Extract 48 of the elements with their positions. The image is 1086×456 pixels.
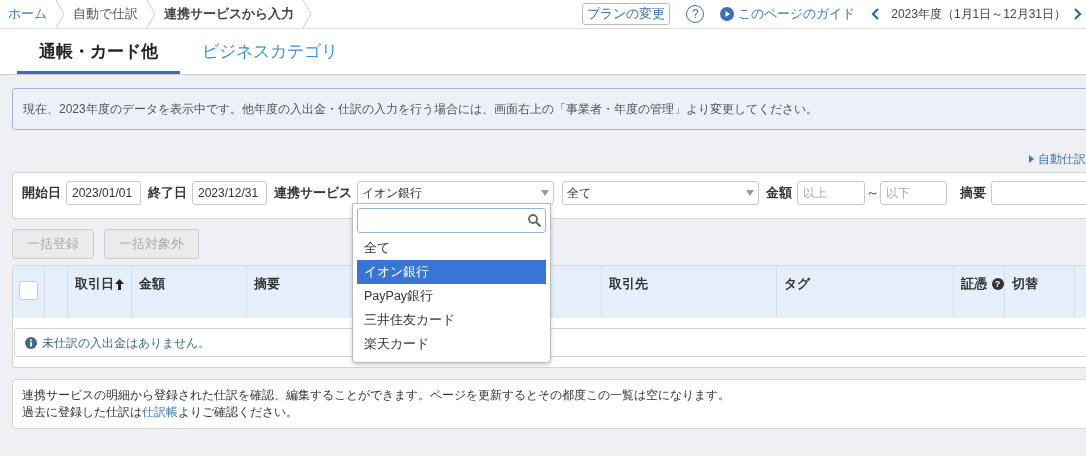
account-select[interactable]: 全て	[562, 181, 759, 205]
caret-icon	[1029, 154, 1034, 163]
notice-message: 現在、2023年度のデータを表示中です。他年度の入出金・仕訳の入力を行う場合には、画面右上の「事業者・年度の管理」より変更してください。	[12, 88, 1086, 130]
auto-journal-link[interactable]: 自動仕訳	[1038, 149, 1086, 168]
journal-book-link[interactable]: 仕訳帳	[142, 405, 178, 419]
amount-max-field[interactable]: 以下	[880, 181, 947, 205]
select-all-checkbox[interactable]	[19, 281, 38, 300]
tab[interactable]: 通帳・カード他	[17, 29, 180, 74]
plan-change-button[interactable]: プランの変更	[582, 3, 671, 25]
sort-up-icon	[114, 278, 124, 290]
memo-label: 摘要	[960, 185, 986, 202]
dropdown-search-field[interactable]	[357, 208, 546, 233]
range-separator: ～	[866, 185, 879, 202]
breadcrumb-link[interactable]: 自動で仕訳	[65, 0, 146, 28]
dropdown-option[interactable]: イオン銀行	[357, 260, 546, 284]
service-select[interactable]: イオン銀行	[357, 181, 554, 205]
start-date-field[interactable]: 2023/01/01	[66, 181, 141, 205]
column-header: 取引先	[608, 277, 648, 291]
empty-message: 未仕訳の入出金はありません。	[42, 334, 210, 352]
guide-link[interactable]: このページのガイド	[738, 4, 856, 24]
service-label: 連携サービス	[274, 185, 352, 202]
column-header: 証憑	[960, 276, 987, 293]
amount-min-field[interactable]: 以上	[797, 181, 865, 205]
amount-label: 金額	[766, 185, 792, 202]
tab[interactable]: ビジネスカテゴリ	[180, 29, 360, 74]
memo-field[interactable]	[991, 181, 1086, 205]
breadcrumb-current: 連携サービスから入力	[163, 5, 295, 23]
next-year-icon[interactable]	[1072, 7, 1082, 21]
help-icon[interactable]: ?	[991, 278, 1004, 291]
column-header: 切替	[1011, 277, 1038, 291]
dropdown-option[interactable]: 楽天カード	[357, 332, 546, 356]
column-header: 金額	[138, 277, 165, 291]
dropdown-option[interactable]: PayPay銀行	[357, 284, 546, 308]
note-text: 連携サービスの明細から登録された仕訳を確認、編集することができます。ページを更新するとその都度この一覧は空になります。	[22, 387, 731, 404]
start-date-label: 開始日	[22, 185, 61, 202]
column-header: 摘要	[253, 277, 280, 291]
breadcrumb-link[interactable]: ホーム	[0, 0, 55, 28]
column-header: タグ	[783, 277, 810, 291]
previous-year-icon[interactable]	[871, 7, 882, 21]
dropdown-option[interactable]: 全て	[357, 236, 546, 260]
dropdown-option[interactable]: 三井住友カード	[357, 308, 546, 332]
fiscal-year: 2023年度（1月1日～12月31日）	[891, 6, 1066, 23]
note-text: 過去に登録した仕訳は仕訳帳よりご確認ください。	[22, 404, 299, 421]
end-date-field[interactable]: 2023/12/31	[192, 181, 267, 205]
search-icon	[528, 214, 541, 227]
info-icon	[25, 336, 37, 349]
play-icon	[720, 7, 735, 21]
end-date-label: 終了日	[148, 185, 187, 202]
